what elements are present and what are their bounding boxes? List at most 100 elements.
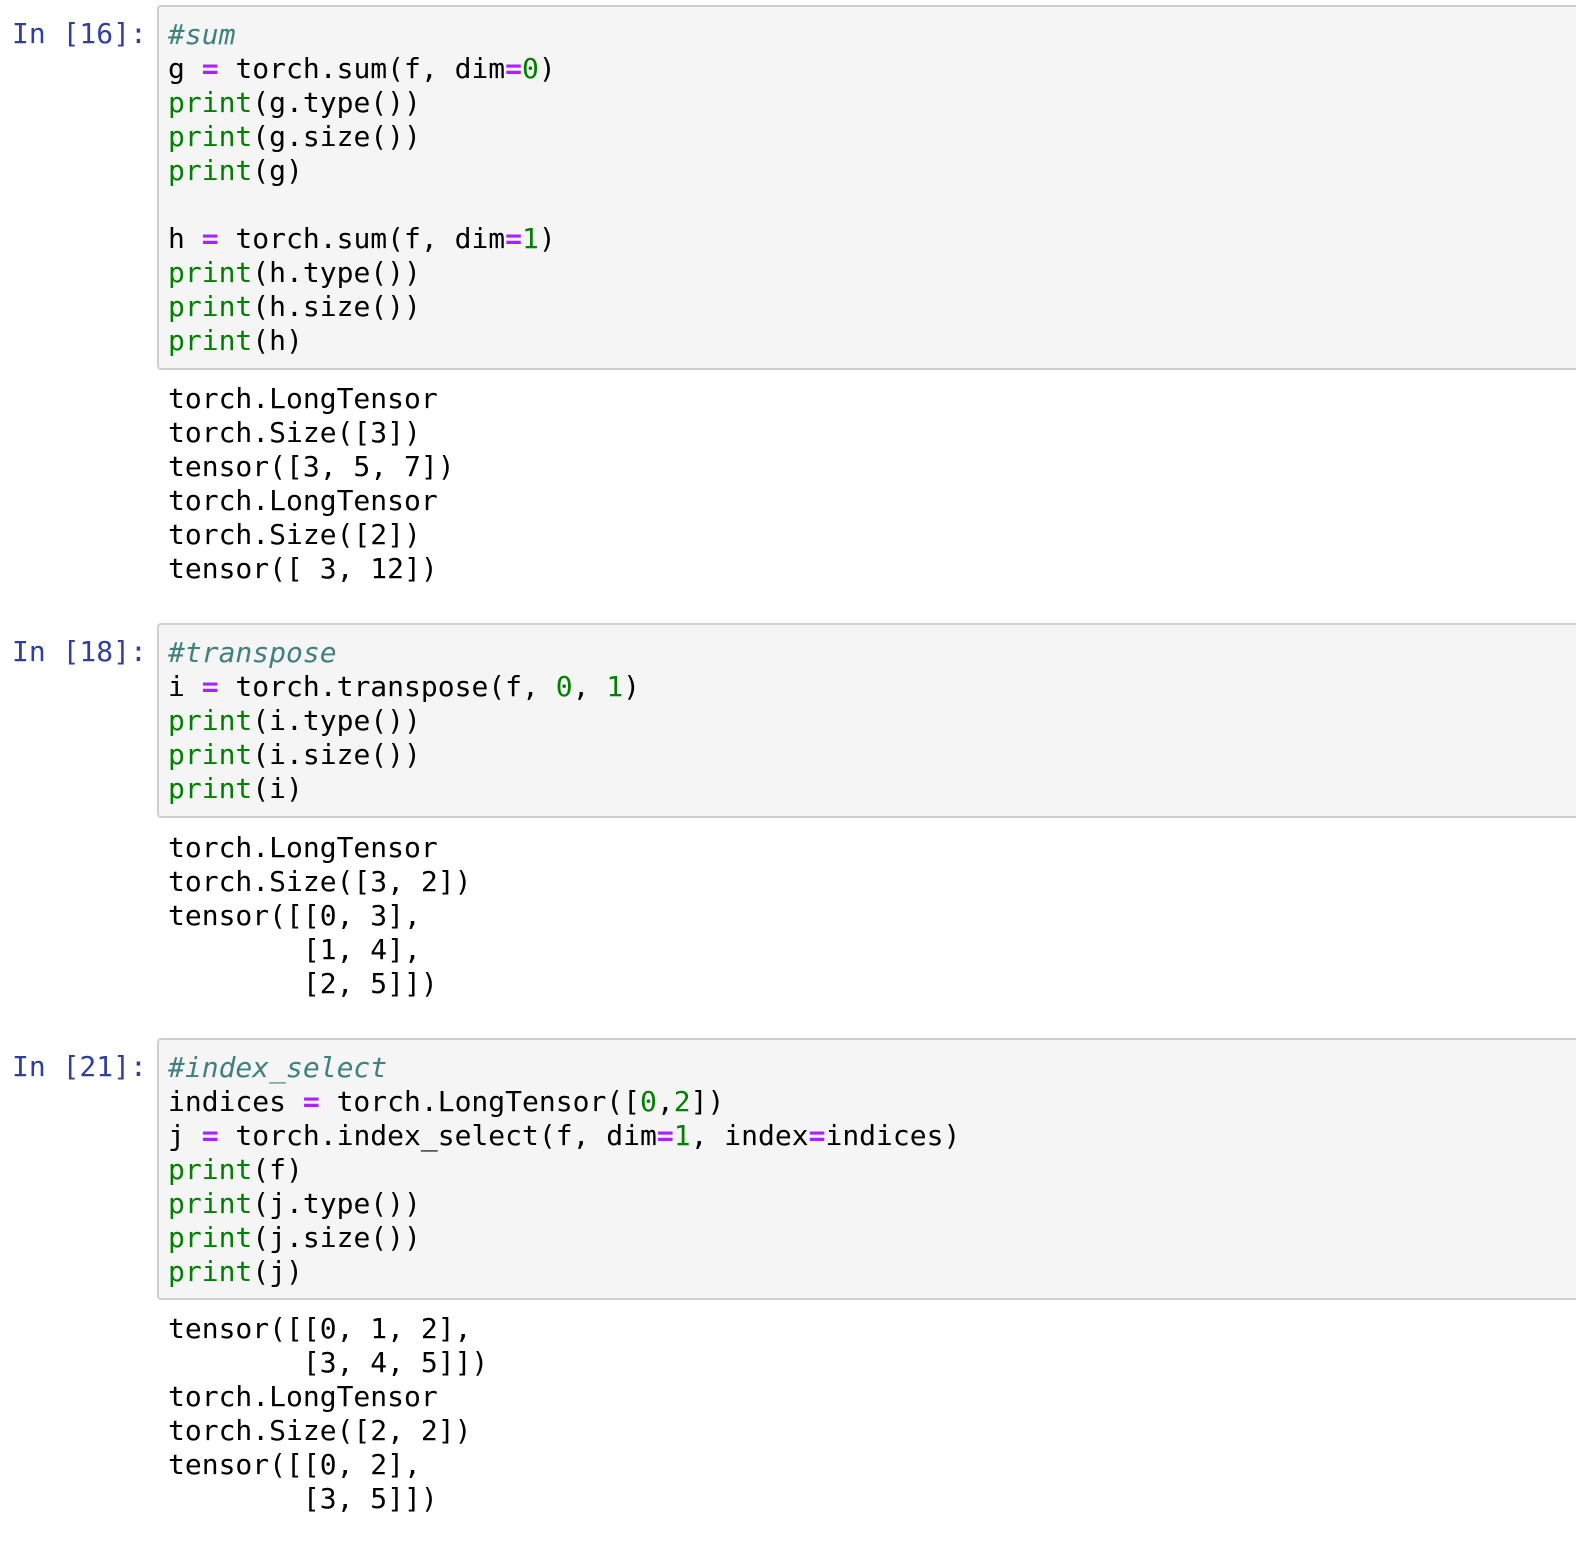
- code-token-op: =: [505, 222, 523, 255]
- code-line: print(j): [168, 1255, 960, 1289]
- code-token-num: 1: [522, 222, 539, 255]
- code-token-name: (i.type()): [252, 704, 421, 737]
- input-prompt: In [18]:: [12, 635, 147, 668]
- code-token-name: ): [538, 52, 556, 85]
- code-token-name: g: [168, 52, 202, 85]
- code-line: print(g.type()): [168, 86, 556, 120]
- code-token-op: =: [302, 1085, 320, 1118]
- code-token-name: (h.type()): [252, 256, 421, 289]
- code-line: print(h.type()): [168, 256, 556, 290]
- code-line: print(i.type()): [168, 704, 640, 738]
- code-token-builtin: print: [168, 256, 253, 289]
- code-line: print(j.type()): [168, 1187, 960, 1221]
- code-token-name: (h): [252, 324, 303, 357]
- code-token-name: (j.type()): [252, 1187, 421, 1220]
- output-line: torch.Size([2]): [168, 518, 421, 551]
- code-token-name: (f): [252, 1153, 303, 1186]
- code-token-builtin: print: [168, 120, 253, 153]
- code-line: i = torch.transpose(f, 0, 1): [168, 670, 640, 704]
- code-token-comment: #sum: [168, 18, 236, 51]
- cell-output: tensor([[0, 1, 2], [3, 4, 5]]) torch.Long…: [168, 1312, 488, 1516]
- code-line: j = torch.index_select(f, dim=1, index=i…: [168, 1119, 960, 1153]
- output-line: tensor([[0, 3],: [168, 899, 421, 932]
- output-line: torch.Size([3, 2]): [168, 865, 472, 898]
- code-input-area[interactable]: #transpose i = torch.transpose(f, 0, 1) pr…: [157, 623, 1576, 818]
- output-line: tensor([[0, 1, 2],: [168, 1312, 472, 1345]
- notebook-cell-sum[interactable]: In [16]: #sum g = torch.sum(f, dim=0) prin…: [0, 0, 1576, 600]
- cell-output: torch.LongTensor torch.Size([3]) tensor([3…: [168, 382, 455, 586]
- code-token-num: 1: [673, 1119, 691, 1152]
- code-token-name: ): [623, 670, 641, 703]
- notebook-cell-index-select[interactable]: In [21]: #index_select indices = torch.Lo…: [0, 1033, 1576, 1552]
- input-prompt: In [16]:: [12, 17, 147, 50]
- code-editor[interactable]: #index_select indices = torch.LongTensor(…: [168, 1051, 960, 1289]
- output-line: torch.Size([3]): [168, 416, 421, 449]
- code-token-op: =: [201, 670, 219, 703]
- code-token-builtin: print: [168, 324, 253, 357]
- code-line: indices = torch.LongTensor([0,2]): [168, 1085, 960, 1119]
- code-token-comment: #transpose: [168, 636, 337, 669]
- code-input-area[interactable]: #index_select indices = torch.LongTensor(…: [157, 1038, 1576, 1300]
- code-line: print(h): [168, 324, 556, 358]
- code-line: print(g): [168, 154, 556, 188]
- code-token-num: 0: [555, 670, 573, 703]
- code-token-builtin: print: [168, 290, 253, 323]
- code-line: #index_select: [168, 1051, 960, 1085]
- code-token-name: (g.type()): [252, 86, 421, 119]
- output-line: [2, 5]]): [168, 967, 438, 1000]
- output-line: [3, 5]]): [168, 1482, 438, 1515]
- code-token-name: torch.transpose(f,: [218, 670, 556, 703]
- code-line: print(g.size()): [168, 120, 556, 154]
- code-token-name: (j): [252, 1255, 303, 1288]
- code-token-op: =: [201, 222, 219, 255]
- code-token-name: i: [168, 670, 202, 703]
- code-token-name: indices: [168, 1085, 303, 1118]
- code-token-name: torch.index_select(f, dim: [218, 1119, 657, 1152]
- code-editor[interactable]: #sum g = torch.sum(f, dim=0) print(g.type(…: [168, 18, 556, 358]
- code-token-op: =: [201, 52, 219, 85]
- code-token-builtin: print: [168, 1221, 253, 1254]
- code-token-op: =: [505, 52, 523, 85]
- code-token-op: =: [201, 1119, 219, 1152]
- code-token-name: (g): [252, 154, 303, 187]
- code-token-name: ,: [656, 1085, 674, 1118]
- code-token-name: (i): [252, 772, 303, 805]
- code-token-builtin: print: [168, 704, 253, 737]
- code-line: g = torch.sum(f, dim=0): [168, 52, 556, 86]
- code-token-name: torch.LongTensor([: [319, 1085, 641, 1118]
- code-token-name: ,: [572, 670, 607, 703]
- code-editor[interactable]: #transpose i = torch.transpose(f, 0, 1) pr…: [168, 636, 640, 806]
- cell-output: torch.LongTensor torch.Size([3, 2]) tensor…: [168, 831, 471, 1001]
- code-line: print(i.size()): [168, 738, 640, 772]
- code-token-name: torch.sum(f, dim: [218, 222, 506, 255]
- code-line: print(f): [168, 1153, 960, 1187]
- code-token-num: 2: [673, 1085, 691, 1118]
- code-line: print(j.size()): [168, 1221, 960, 1255]
- code-token-name: h: [168, 222, 202, 255]
- code-token-name: (i.size()): [252, 738, 421, 771]
- output-line: tensor([3, 5, 7]): [168, 450, 455, 483]
- code-token-op: =: [808, 1119, 826, 1152]
- code-token-num: 1: [606, 670, 624, 703]
- code-token-name: j: [168, 1119, 202, 1152]
- code-token-num: 0: [522, 52, 539, 85]
- input-prompt: In [21]:: [12, 1050, 147, 1083]
- code-line: #transpose: [168, 636, 640, 670]
- output-line: torch.LongTensor: [168, 382, 438, 415]
- output-line: torch.LongTensor: [168, 831, 438, 864]
- code-token-name: ): [538, 222, 556, 255]
- code-line: h = torch.sum(f, dim=1): [168, 222, 556, 256]
- code-token-op: =: [656, 1119, 674, 1152]
- code-input-area[interactable]: #sum g = torch.sum(f, dim=0) print(g.type(…: [157, 5, 1576, 370]
- code-token-name: (g.size()): [252, 120, 421, 153]
- code-token-name: , index: [690, 1119, 809, 1152]
- code-token-name: (h.size()): [252, 290, 421, 323]
- code-token-builtin: print: [168, 154, 253, 187]
- output-line: tensor([[0, 2],: [168, 1448, 421, 1481]
- output-line: torch.Size([2, 2]): [168, 1414, 472, 1447]
- notebook-cell-transpose[interactable]: In [18]: #transpose i = torch.transpose(f…: [0, 618, 1576, 1018]
- output-line: torch.LongTensor: [168, 1380, 438, 1413]
- code-token-name: ]): [690, 1085, 725, 1118]
- code-token-builtin: print: [168, 86, 253, 119]
